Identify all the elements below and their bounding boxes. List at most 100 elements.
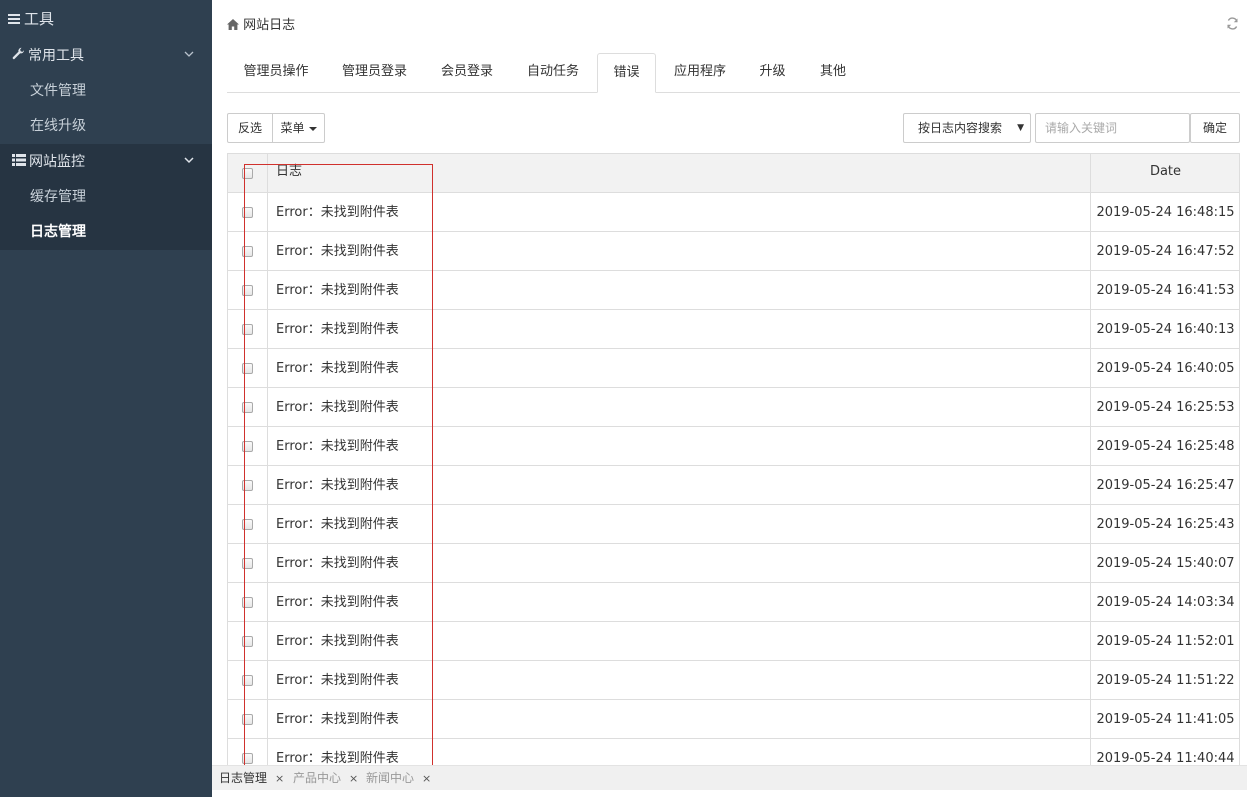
tab-other[interactable]: 其他: [801, 53, 865, 93]
sidebar-group-site-monitor[interactable]: 网站监控: [0, 144, 212, 180]
table-row[interactable]: Error：未找到附件表 2019-05-24 16:41:53: [228, 271, 1239, 310]
sidebar-item-file-management[interactable]: 文件管理: [0, 74, 212, 109]
sidebar-title-label: 工具: [24, 10, 55, 28]
log-message: Error：未找到附件表: [276, 322, 399, 337]
row-checkbox[interactable]: [242, 441, 253, 452]
log-date: 2019-05-24 16:25:47: [1090, 466, 1240, 504]
log-date: 2019-05-24 16:41:53: [1090, 271, 1240, 309]
refresh-icon[interactable]: [1226, 17, 1240, 31]
hamburger-menu-icon: [8, 14, 20, 24]
sidebar: 工具 常用工具 文件管理 在线升级 网站监控 缓存管理 日志管理: [0, 0, 212, 797]
row-checkbox[interactable]: [242, 519, 253, 530]
table-row[interactable]: Error：未找到附件表 2019-05-24 16:25:43: [228, 505, 1239, 544]
page-title: 网站日志: [243, 18, 296, 33]
log-date: 2019-05-24 16:48:15: [1090, 193, 1240, 231]
tab-admin-operation[interactable]: 管理员操作: [227, 53, 325, 93]
tab-application[interactable]: 应用程序: [656, 53, 744, 93]
log-message: Error：未找到附件表: [276, 283, 399, 298]
log-date: 2019-05-24 16:25:48: [1090, 427, 1240, 465]
sidebar-item-log-management[interactable]: 日志管理: [0, 215, 212, 250]
table-row[interactable]: Error：未找到附件表 2019-05-24 16:47:52: [228, 232, 1239, 271]
log-date: 2019-05-24 14:03:34: [1090, 583, 1240, 621]
invert-selection-button[interactable]: 反选: [227, 113, 273, 143]
log-date: 2019-05-24 16:40:13: [1090, 310, 1240, 348]
table-row[interactable]: Error：未找到附件表 2019-05-24 16:25:47: [228, 466, 1239, 505]
tab-error[interactable]: 错误: [597, 53, 656, 93]
row-checkbox[interactable]: [242, 324, 253, 335]
sidebar-group-label: 网站监控: [29, 154, 85, 170]
chevron-down-icon: [184, 144, 194, 180]
table-row[interactable]: Error：未找到附件表 2019-05-24 16:40:05: [228, 349, 1239, 388]
row-checkbox[interactable]: [242, 402, 253, 413]
table-row[interactable]: Error：未找到附件表 2019-05-24 14:03:34: [228, 583, 1239, 622]
log-date: 2019-05-24 16:40:05: [1090, 349, 1240, 387]
caret-down-icon: [308, 126, 317, 131]
main-content: 网站日志 管理员操作 管理员登录 会员登录 自动任务 错误 应用程序 升级 其他…: [212, 0, 1247, 797]
log-date: 2019-05-24 16:25:53: [1090, 388, 1240, 426]
search-type-select[interactable]: 按日志内容搜索 ▼: [903, 113, 1031, 143]
row-checkbox[interactable]: [242, 207, 253, 218]
log-message: Error：未找到附件表: [276, 556, 399, 571]
search-type-value: 按日志内容搜索: [918, 121, 1003, 135]
sidebar-item-online-upgrade[interactable]: 在线升级: [0, 109, 212, 144]
log-type-tabs: 管理员操作 管理员登录 会员登录 自动任务 错误 应用程序 升级 其他: [227, 53, 1240, 93]
table-row[interactable]: Error：未找到附件表 2019-05-24 16:25:53: [228, 388, 1239, 427]
breadcrumb: 网站日志: [227, 14, 295, 33]
row-checkbox[interactable]: [242, 246, 253, 257]
table-row[interactable]: Error：未找到附件表 2019-05-24 15:40:07: [228, 544, 1239, 583]
log-date: 2019-05-24 11:41:05: [1090, 700, 1240, 738]
tab-member-login[interactable]: 会员登录: [424, 53, 510, 93]
tab-admin-login[interactable]: 管理员登录: [325, 53, 424, 93]
bottom-tab-product-center[interactable]: 产品中心 ×: [286, 766, 358, 790]
row-checkbox[interactable]: [242, 753, 253, 764]
sidebar-item-cache-management[interactable]: 缓存管理: [0, 180, 212, 215]
bottom-tab-news-center[interactable]: 新闻中心 ×: [359, 766, 431, 790]
log-message: Error：未找到附件表: [276, 205, 399, 220]
confirm-search-button[interactable]: 确定: [1190, 113, 1240, 143]
select-all-checkbox[interactable]: [242, 168, 253, 179]
sidebar-group-common-tools[interactable]: 常用工具: [0, 38, 212, 74]
row-checkbox[interactable]: [242, 714, 253, 725]
log-date: 2019-05-24 15:40:07: [1090, 544, 1240, 582]
log-date: 2019-05-24 16:25:43: [1090, 505, 1240, 543]
log-message: Error：未找到附件表: [276, 634, 399, 649]
row-checkbox[interactable]: [242, 558, 253, 569]
column-header-date[interactable]: Date: [1090, 154, 1240, 192]
row-checkbox[interactable]: [242, 636, 253, 647]
row-checkbox[interactable]: [242, 480, 253, 491]
menu-dropdown-button[interactable]: 菜单: [272, 113, 325, 143]
row-checkbox[interactable]: [242, 363, 253, 374]
log-table: 日志 Date Error：未找到附件表 2019-05-24 16:48:15 E…: [227, 153, 1240, 778]
bottom-tab-label: 产品中心: [293, 771, 342, 785]
search-input[interactable]: [1035, 113, 1190, 143]
table-row[interactable]: Error：未找到附件表 2019-05-24 11:51:22: [228, 661, 1239, 700]
close-icon[interactable]: ×: [275, 772, 284, 785]
row-checkbox[interactable]: [242, 285, 253, 296]
page-header: 网站日志: [212, 0, 1247, 44]
bottom-tab-log-management[interactable]: 日志管理 ×: [212, 766, 284, 790]
table-row[interactable]: Error：未找到附件表 2019-05-24 11:41:05: [228, 700, 1239, 739]
table-header: 日志 Date: [228, 154, 1239, 193]
tab-auto-task[interactable]: 自动任务: [510, 53, 596, 93]
close-icon[interactable]: ×: [422, 772, 431, 785]
column-header-log[interactable]: 日志: [276, 154, 302, 189]
close-icon[interactable]: ×: [349, 772, 358, 785]
log-message: Error：未找到附件表: [276, 478, 399, 493]
table-row[interactable]: Error：未找到附件表 2019-05-24 16:48:15: [228, 193, 1239, 232]
table-row[interactable]: Error：未找到附件表 2019-05-24 16:40:13: [228, 310, 1239, 349]
table-row[interactable]: Error：未找到附件表 2019-05-24 16:25:48: [228, 427, 1239, 466]
log-message: Error：未找到附件表: [276, 244, 399, 259]
log-message: Error：未找到附件表: [276, 673, 399, 688]
log-date: 2019-05-24 16:47:52: [1090, 232, 1240, 270]
sidebar-group-label: 常用工具: [28, 48, 84, 64]
bottom-tab-label: 新闻中心: [366, 771, 415, 785]
select-arrow-icon: ▼: [1017, 123, 1024, 133]
row-checkbox[interactable]: [242, 597, 253, 608]
sidebar-title[interactable]: 工具: [0, 0, 212, 38]
table-row[interactable]: Error：未找到附件表 2019-05-24 11:52:01: [228, 622, 1239, 661]
log-message: Error：未找到附件表: [276, 595, 399, 610]
log-message: Error：未找到附件表: [276, 361, 399, 376]
chevron-down-icon: [184, 38, 194, 74]
tab-upgrade[interactable]: 升级: [744, 53, 801, 93]
row-checkbox[interactable]: [242, 675, 253, 686]
